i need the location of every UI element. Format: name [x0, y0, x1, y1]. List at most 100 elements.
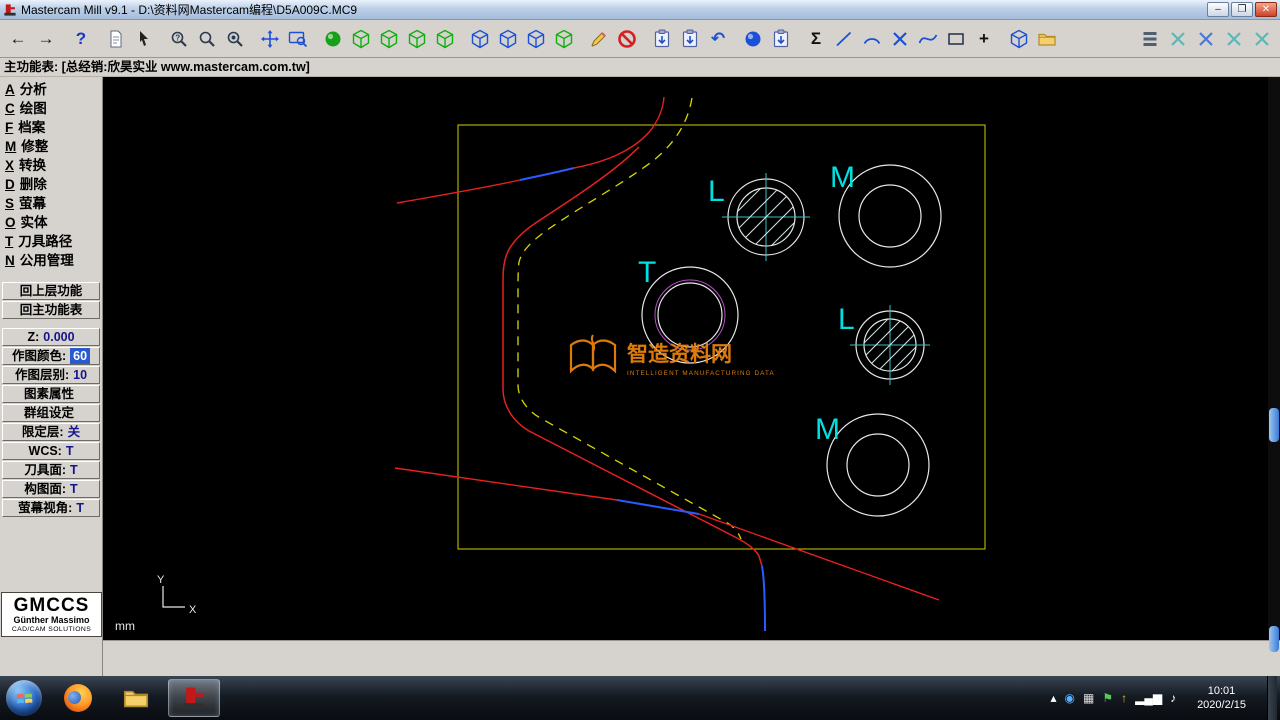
lower-line-red-left — [394, 467, 618, 501]
taskbar-clock[interactable]: 10:01 2020/2/15 — [1191, 683, 1252, 714]
backup-menu-button[interactable]: 回上层功能 — [2, 282, 100, 300]
menu-file[interactable]: F 档案 — [0, 118, 102, 137]
help-icon[interactable]: ? — [67, 24, 95, 54]
screen-paint-icon[interactable] — [648, 24, 676, 54]
cplane-field[interactable]: 构图面: T — [2, 480, 100, 498]
tray-update-icon[interactable]: ↑ — [1121, 691, 1127, 705]
trim-2-icon[interactable] — [1192, 24, 1220, 54]
watermark: 智造资料网 INTELLIGENT MANUFACTURING DATA — [569, 334, 774, 377]
cplane-top-icon[interactable] — [494, 24, 522, 54]
plus-icon[interactable]: + — [970, 24, 998, 54]
menu-modify[interactable]: M 修整 — [0, 137, 102, 156]
scrollbar-thumb[interactable] — [1269, 408, 1279, 442]
zoom-target-icon[interactable] — [221, 24, 249, 54]
analyze-cursor-icon[interactable] — [130, 24, 158, 54]
spline-icon[interactable] — [914, 24, 942, 54]
tray-app2-icon[interactable]: ▦ — [1083, 691, 1094, 705]
hole-T-toolpath-circle — [654, 279, 726, 351]
groups-button[interactable]: 群组设定 — [2, 404, 100, 422]
tool-plane-field[interactable]: 刀具面: T — [2, 461, 100, 479]
show-desktop-button[interactable] — [1267, 676, 1277, 720]
level-field[interactable]: 作图层别: 10 — [2, 366, 100, 384]
tray-volume-icon[interactable]: ♪ — [1170, 691, 1176, 705]
menu-solids[interactable]: O 实体 — [0, 213, 102, 232]
z-depth-field[interactable]: Z: 0.000 — [2, 328, 100, 346]
sigma-icon[interactable]: Σ — [802, 24, 830, 54]
watermark-title: 智造资料网 — [627, 342, 732, 366]
fit-screen-icon[interactable] — [284, 24, 312, 54]
trim-4-icon[interactable] — [1248, 24, 1276, 54]
menu-create[interactable]: C 绘图 — [0, 99, 102, 118]
forward-arrow-icon[interactable]: → — [32, 24, 60, 54]
cplane-front-icon[interactable] — [522, 24, 550, 54]
zoom-window-icon[interactable] — [193, 24, 221, 54]
taskbar-mastercam-button[interactable] — [168, 679, 220, 717]
zoom-question-icon[interactable] — [165, 24, 193, 54]
tray-network-icon[interactable]: ▂▄▆ — [1135, 691, 1162, 705]
line-icon[interactable] — [830, 24, 858, 54]
gview-top-icon[interactable] — [375, 24, 403, 54]
part-contour-exit-blue — [761, 565, 766, 632]
hole-label-T: T — [638, 256, 656, 289]
menu-xform[interactable]: X 转换 — [0, 156, 102, 175]
taskbar-firefox-button[interactable] — [52, 679, 104, 717]
layers-list-icon[interactable] — [1136, 24, 1164, 54]
main-menu-button[interactable]: 回主功能表 — [2, 301, 100, 319]
screen-copy-icon[interactable] — [676, 24, 704, 54]
gmccs-logo-line1: Günther Massimo — [13, 615, 90, 626]
gmccs-logo: GMCCS Günther Massimo CAD/CAM SOLUTIONS — [1, 592, 102, 637]
gview-side-icon[interactable] — [431, 24, 459, 54]
graphics-area[interactable]: L M T L M 智造资料网 INTELLIGENT MANUFACTURIN… — [103, 77, 1268, 640]
minimize-button[interactable]: – — [1207, 2, 1229, 17]
tray-expand-icon[interactable]: ▴ — [1050, 691, 1056, 705]
vertical-scrollbar[interactable] — [1268, 77, 1280, 652]
close-button[interactable]: ✕ — [1255, 2, 1277, 17]
gview-front-icon[interactable] — [403, 24, 431, 54]
maximize-button[interactable]: ❐ — [1231, 2, 1253, 17]
cplane-side-icon[interactable] — [550, 24, 578, 54]
new-file-icon[interactable] — [102, 24, 130, 54]
system-tray: ▴ ◉ ▦ ⚑ ↑ ▂▄▆ ♪ 10:01 2020/2/15 — [1050, 676, 1280, 720]
limit-level-field[interactable]: 限定层: 关 — [2, 423, 100, 441]
tray-shield-icon[interactable]: ⚑ — [1102, 691, 1113, 705]
menu-screen[interactable]: S 萤幕 — [0, 194, 102, 213]
taskbar-explorer-button[interactable] — [110, 679, 162, 717]
wcs-field[interactable]: WCS: T — [2, 442, 100, 460]
undo-icon[interactable]: ↶ — [704, 24, 732, 54]
modify-trim-icon[interactable] — [886, 24, 914, 54]
draw-pencil-icon[interactable] — [585, 24, 613, 54]
pan-icon[interactable] — [256, 24, 284, 54]
shaded-sphere-icon[interactable] — [319, 24, 347, 54]
dynamic-cube-icon[interactable] — [1005, 24, 1033, 54]
cplane-3d-icon[interactable] — [466, 24, 494, 54]
toolbar: ← → ? ↶ Σ + — [0, 20, 1280, 58]
menu-toolpaths[interactable]: T 刀具路径 — [0, 232, 102, 251]
gmccs-logo-title: GMCCS — [13, 595, 90, 617]
hole-label-L1: L — [708, 175, 725, 208]
rectangle-icon[interactable] — [942, 24, 970, 54]
menu-nc-utils[interactable]: N 公用管理 — [0, 251, 102, 270]
menu-delete[interactable]: D 删除 — [0, 175, 102, 194]
delete-ban-icon[interactable] — [613, 24, 641, 54]
arc-icon[interactable] — [858, 24, 886, 54]
back-arrow-icon[interactable]: ← — [4, 24, 32, 54]
menu-analysis[interactable]: A 分析 — [0, 80, 102, 99]
gview-iso-icon[interactable] — [347, 24, 375, 54]
trim-3-icon[interactable] — [1220, 24, 1248, 54]
gview-field[interactable]: 萤幕视角: T — [2, 499, 100, 517]
clipboard-icon[interactable] — [767, 24, 795, 54]
world-icon[interactable] — [739, 24, 767, 54]
hole-label-M2: M — [815, 413, 840, 446]
color-field[interactable]: 作图颜色: 60 — [2, 347, 100, 365]
trim-1-icon[interactable] — [1164, 24, 1192, 54]
scrollbar-button[interactable] — [1269, 626, 1279, 652]
explorer-folder-icon — [122, 684, 150, 712]
attributes-button[interactable]: 图素属性 — [2, 385, 100, 403]
hole-label-M1: M — [830, 161, 855, 194]
axis-x-label: X — [189, 604, 197, 616]
sidebar: A 分析 C 绘图 F 档案 M 修整 X 转换 D 删除 S 萤幕 O 实体 T 刀具路径 N公… — [0, 77, 103, 676]
start-button[interactable] — [6, 680, 42, 716]
tray-app1-icon[interactable]: ◉ — [1065, 691, 1075, 705]
drawing-canvas[interactable]: L M T L M 智造资料网 INTELLIGENT MANUFACTURIN… — [103, 77, 1268, 640]
folder-icon[interactable] — [1033, 24, 1061, 54]
